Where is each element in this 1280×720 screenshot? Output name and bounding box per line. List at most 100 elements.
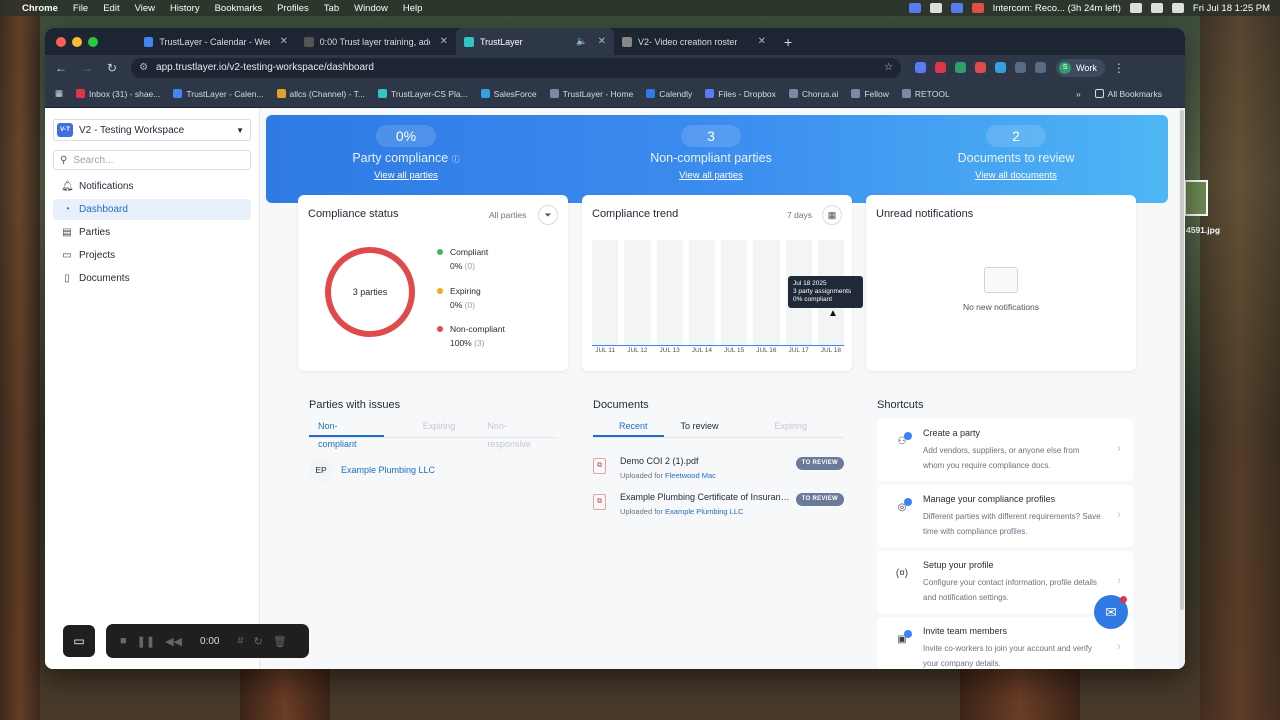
bookmark-item[interactable]: TrustLayer-CS Pla...	[377, 89, 468, 99]
browser-menu-icon[interactable]: ⋮	[1113, 61, 1125, 75]
trend-bar[interactable]	[721, 240, 748, 345]
extension-icon[interactable]	[955, 62, 967, 73]
view-all-parties-link[interactable]: View all parties	[286, 170, 526, 181]
forward-button[interactable]: →	[81, 61, 93, 75]
intercom-status[interactable]: Intercom: Reco... (3h 24m left)	[993, 3, 1121, 14]
menu-bookmarks[interactable]: Bookmarks	[215, 3, 263, 14]
desktop-file-label[interactable]: 4591.jpg	[1186, 225, 1220, 235]
bookmark-item[interactable]: TrustLayer - Home	[549, 89, 633, 99]
view-all-documents-link[interactable]: View all documents	[896, 170, 1136, 181]
close-tab-icon[interactable]: ✕	[758, 36, 766, 47]
all-bookmarks[interactable]: All Bookmarks	[1094, 89, 1162, 99]
extension-icon[interactable]	[975, 62, 987, 73]
trend-bar[interactable]	[688, 240, 715, 345]
shortcut-invite-team[interactable]: ▣ Invite team members Invite co-workers …	[877, 617, 1133, 669]
menubar-clock[interactable]: Fri Jul 18 1:25 PM	[1193, 3, 1270, 14]
close-window-button[interactable]	[56, 36, 66, 47]
pause-button[interactable]: ❚❚	[137, 635, 155, 648]
desktop-file-thumbnail[interactable]	[1184, 180, 1208, 216]
bookmark-item[interactable]: SalesForce	[480, 89, 537, 99]
stop-button[interactable]: ■	[120, 635, 127, 647]
status-icon[interactable]	[929, 3, 942, 13]
bookmark-item[interactable]: Fellow	[851, 89, 889, 99]
site-settings-icon[interactable]: ⚙	[139, 62, 148, 73]
menu-profiles[interactable]: Profiles	[277, 3, 309, 14]
menu-window[interactable]: Window	[354, 3, 388, 14]
menu-history[interactable]: History	[170, 3, 200, 14]
trend-bar[interactable]	[656, 240, 683, 345]
screen-share-icon[interactable]	[908, 3, 921, 13]
tab-training[interactable]: 0:00 Trust layer training, add ✕	[296, 28, 456, 55]
profile-button[interactable]: S Work	[1056, 58, 1105, 77]
menu-tab[interactable]: Tab	[324, 3, 339, 14]
rewind-button[interactable]: ◀◀	[165, 635, 182, 648]
bookmark-item[interactable]: TrustLayer - Calen...	[173, 89, 264, 99]
bookmark-item[interactable]: RETOOL	[901, 89, 950, 99]
bookmark-item[interactable]: Files - Dropbox	[705, 89, 776, 99]
sidebar-item-documents[interactable]: ▯ Documents	[53, 268, 251, 289]
tab-recent[interactable]: Recent	[593, 417, 664, 437]
extension-icon[interactable]	[915, 62, 927, 73]
restart-icon[interactable]: ↻	[254, 635, 263, 648]
menu-edit[interactable]: Edit	[103, 3, 119, 14]
bookmark-item[interactable]: Chorus.ai	[788, 89, 838, 99]
party-link[interactable]: Example Plumbing LLC	[665, 507, 743, 516]
minimize-window-button[interactable]	[72, 36, 82, 47]
trend-bar[interactable]	[624, 240, 651, 345]
recording-icon[interactable]	[971, 3, 984, 13]
filter-icon[interactable]: ⏷	[538, 205, 558, 225]
menu-view[interactable]: View	[135, 3, 155, 14]
sidebar-item-parties[interactable]: ▤ Parties	[53, 222, 251, 243]
shortcut-create-party[interactable]: ⚇ Create a party Add vendors, suppliers,…	[877, 419, 1133, 481]
reload-button[interactable]: ↻	[107, 61, 117, 75]
battery-icon[interactable]	[1129, 3, 1142, 13]
party-link[interactable]: Fleetwood Mac	[665, 471, 716, 480]
sidebar-item-notifications[interactable]: 🔔︎ Notifications	[53, 176, 251, 197]
document-name[interactable]: Example Plumbing Certificate of Insuranc…	[620, 492, 790, 502]
close-tab-icon[interactable]: ✕	[440, 36, 448, 47]
pinned-tab[interactable]	[114, 28, 136, 55]
back-button[interactable]: ←	[55, 61, 67, 75]
calendar-icon[interactable]: ▦	[822, 205, 842, 225]
search-input[interactable]: ⚲ Search...	[53, 150, 251, 170]
shortcut-setup-profile[interactable]: (¤) Setup your profile Configure your co…	[877, 551, 1133, 613]
grid-icon[interactable]: #	[237, 635, 243, 647]
sidepanel-icon[interactable]	[1035, 62, 1047, 73]
trash-icon[interactable]: 🗑︎	[273, 635, 287, 648]
audio-icon[interactable]: 🔈	[576, 36, 587, 47]
shortcut-compliance-profiles[interactable]: ◎ Manage your compliance profiles Differ…	[877, 485, 1133, 547]
workspace-switcher[interactable]: V-T V2 - Testing Workspace ▼	[53, 119, 251, 141]
close-tab-icon[interactable]: ✕	[280, 36, 288, 47]
intercom-chat-button[interactable]: ✉	[1094, 595, 1128, 629]
tab-trustlayer[interactable]: TrustLayer 🔈 ✕	[456, 28, 614, 55]
url-field[interactable]: ⚙ app.trustlayer.io/v2-testing-workspace…	[131, 57, 902, 78]
party-name-link[interactable]: Example Plumbing LLC	[341, 465, 435, 475]
tab-roster[interactable]: V2- Video creation roster ✕	[614, 28, 774, 55]
tab-nonresponsive[interactable]: Non-responsive	[478, 417, 558, 449]
tab-expiring[interactable]: Expiring	[766, 417, 817, 437]
extension-icon[interactable]	[995, 62, 1007, 73]
bookmark-item[interactable]: allcs (Channel) - T...	[276, 89, 365, 99]
sidebar-item-projects[interactable]: ▭ Projects	[53, 245, 251, 266]
trend-bar[interactable]	[753, 240, 780, 345]
page-scrollbar[interactable]	[1179, 108, 1185, 669]
party-row[interactable]: EP Example Plumbing LLC	[309, 458, 435, 482]
tab-expiring[interactable]: Expiring	[414, 417, 465, 437]
tab-calendar[interactable]: TrustLayer - Calendar - Week ✕	[136, 28, 296, 55]
wifi-icon[interactable]	[1150, 3, 1163, 13]
menu-file[interactable]: File	[73, 3, 88, 14]
view-all-parties-link[interactable]: View all parties	[591, 170, 831, 181]
menu-app[interactable]: Chrome	[22, 3, 58, 14]
trend-bar[interactable]	[592, 240, 619, 345]
tab-noncompliant[interactable]: Non-compliant	[309, 417, 384, 449]
search-icon[interactable]	[1171, 3, 1184, 13]
apps-icon[interactable]: ▦	[55, 88, 63, 99]
menu-help[interactable]: Help	[403, 3, 423, 14]
bookmarks-overflow-icon[interactable]: »	[1076, 89, 1081, 99]
puzzle-icon[interactable]	[1015, 62, 1027, 73]
close-tab-icon[interactable]: ✕	[598, 36, 606, 47]
bookmark-item[interactable]: Calendly	[646, 89, 692, 99]
sidebar-item-dashboard[interactable]: ◔ Dashboard	[53, 199, 251, 220]
camera-toggle-button[interactable]: ▭	[63, 625, 95, 657]
bookmark-item[interactable]: Inbox (31) - shae...	[76, 89, 160, 99]
